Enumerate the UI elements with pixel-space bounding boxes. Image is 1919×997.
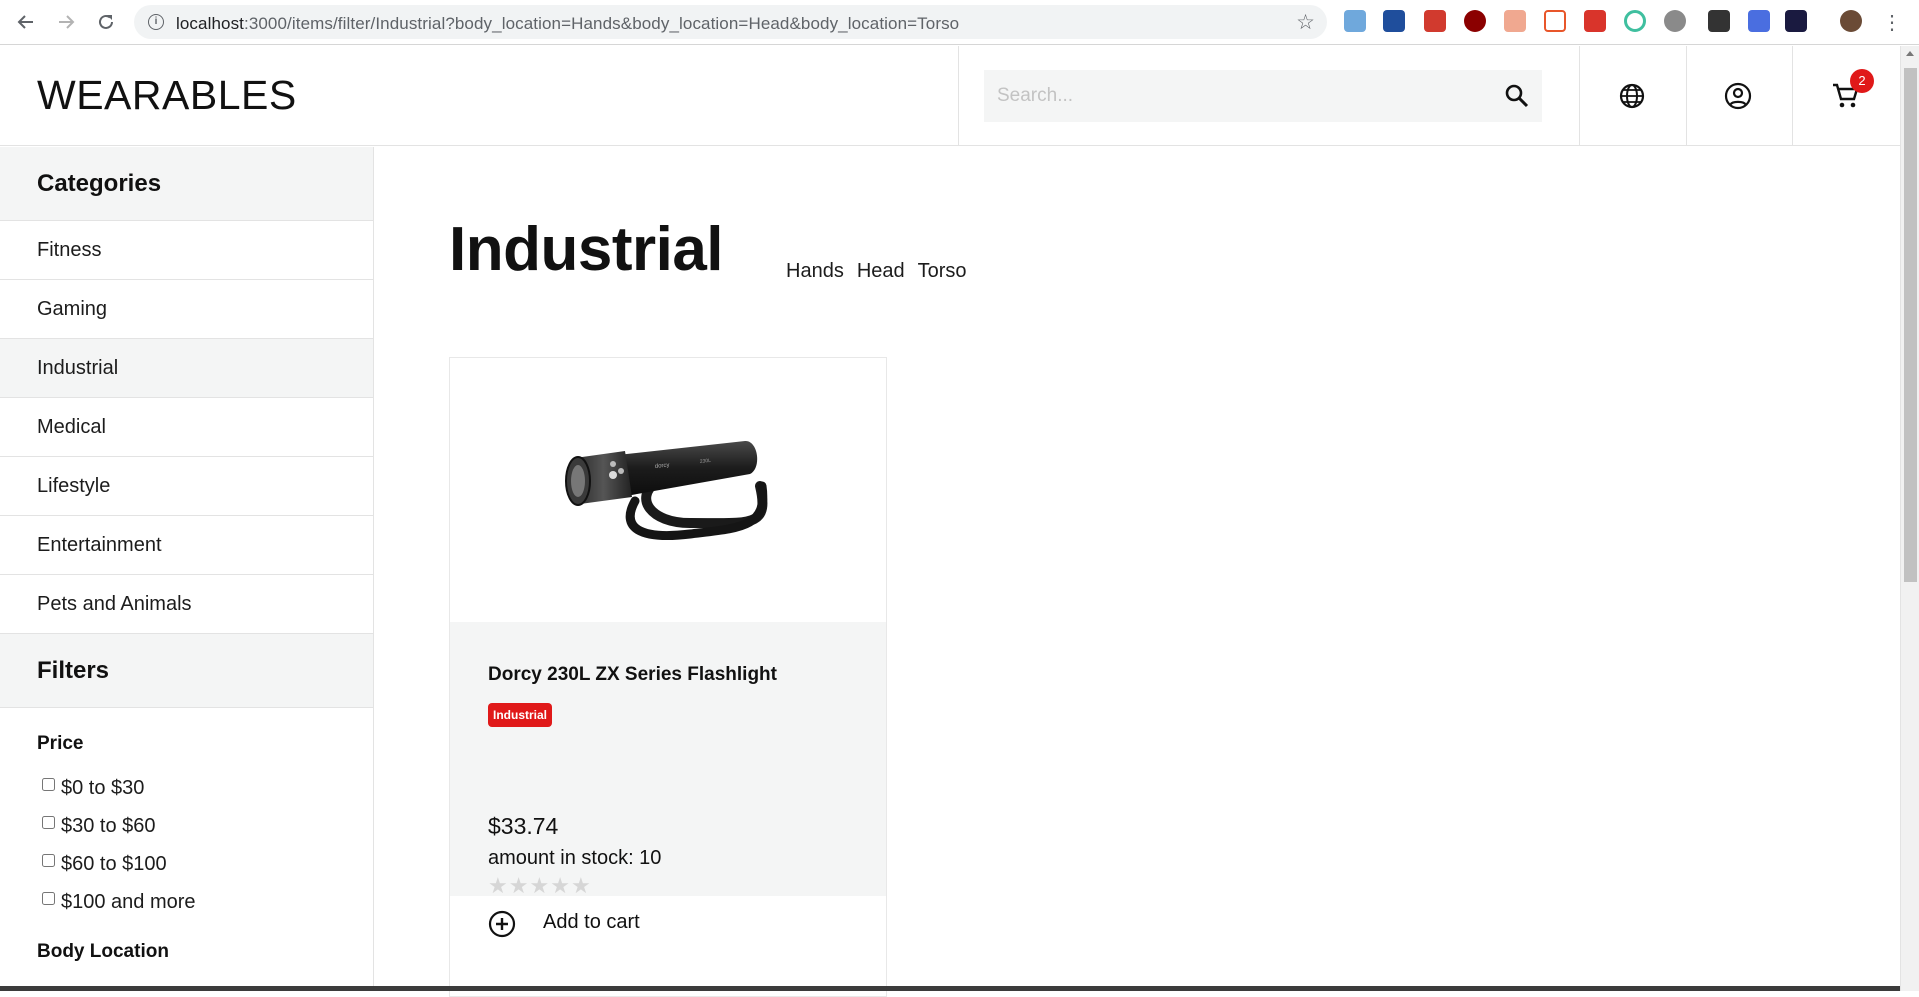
browser-menu-icon[interactable]: ⋮ bbox=[1880, 10, 1904, 34]
category-badge: Industrial bbox=[488, 703, 553, 727]
product-card: dorcy 230L Dorcy 230L ZX Series Flashlig… bbox=[449, 357, 887, 997]
info-icon[interactable]: i bbox=[148, 14, 164, 30]
extension-icon[interactable] bbox=[1383, 10, 1405, 32]
extension-icon[interactable] bbox=[1584, 10, 1606, 32]
category-fitness[interactable]: Fitness bbox=[0, 221, 373, 280]
price-checkbox[interactable] bbox=[42, 777, 55, 791]
price-filter: Price $0 to $30 $30 to $60 $60 to $100 $… bbox=[0, 733, 373, 963]
profile-avatar[interactable] bbox=[1840, 10, 1862, 32]
price-option[interactable]: $30 to $60 bbox=[37, 807, 373, 845]
eyedropper-icon[interactable] bbox=[1708, 10, 1730, 32]
price-option[interactable]: $60 to $100 bbox=[37, 845, 373, 883]
price-option-label: $60 to $100 bbox=[61, 852, 167, 875]
scroll-up-arrow[interactable] bbox=[1906, 51, 1914, 56]
extension-icon[interactable] bbox=[1424, 10, 1446, 32]
header-divider bbox=[958, 46, 959, 146]
site-header: WEARABLES 2 bbox=[0, 46, 1900, 146]
filter-tag-hands[interactable]: Hands bbox=[786, 260, 844, 283]
ublock-icon[interactable] bbox=[1464, 10, 1486, 32]
category-gaming[interactable]: Gaming bbox=[0, 280, 373, 339]
search-input[interactable] bbox=[984, 70, 1484, 122]
price-option-label: $30 to $60 bbox=[61, 814, 156, 837]
browser-toolbar: i localhost:3000/items/filter/Industrial… bbox=[0, 0, 1919, 45]
extension-icon[interactable] bbox=[1344, 10, 1366, 32]
rating-stars[interactable]: ★ ★ ★ ★ ★ bbox=[488, 875, 591, 897]
add-circle-icon bbox=[488, 910, 516, 938]
globe-icon[interactable] bbox=[1614, 78, 1650, 114]
star-icon[interactable]: ★ bbox=[509, 875, 529, 897]
category-lifestyle[interactable]: Lifestyle bbox=[0, 457, 373, 516]
site-logo[interactable]: WEARABLES bbox=[37, 72, 297, 119]
price-option[interactable]: $0 to $30 bbox=[37, 769, 373, 807]
price-checkbox[interactable] bbox=[42, 853, 55, 867]
price-option-label: $100 and more bbox=[61, 890, 196, 913]
add-to-cart-button[interactable]: Add to cart bbox=[450, 896, 886, 950]
account-icon[interactable] bbox=[1720, 78, 1756, 114]
search-bar bbox=[984, 70, 1542, 122]
extension-icon[interactable] bbox=[1504, 10, 1526, 32]
price-option[interactable]: $100 and more bbox=[37, 883, 373, 921]
sidebar: Categories Fitness Gaming Industrial Med… bbox=[0, 147, 374, 991]
category-pets-and-animals[interactable]: Pets and Animals bbox=[0, 575, 373, 634]
star-icon[interactable]: ★ bbox=[571, 875, 591, 897]
filter-tag-head[interactable]: Head bbox=[857, 260, 905, 283]
category-industrial[interactable]: Industrial bbox=[0, 339, 373, 398]
back-icon[interactable] bbox=[14, 10, 38, 34]
extension-icon[interactable] bbox=[1748, 10, 1770, 32]
extension-icon[interactable] bbox=[1624, 10, 1646, 32]
reload-icon[interactable] bbox=[94, 10, 118, 34]
header-divider bbox=[1579, 46, 1580, 146]
star-icon[interactable]: ★ bbox=[529, 875, 549, 897]
extension-icon[interactable] bbox=[1785, 10, 1807, 32]
body-location-filter-title: Body Location bbox=[37, 941, 169, 962]
star-icon[interactable]: ★ bbox=[488, 875, 508, 897]
active-filter-tags: Hands Head Torso bbox=[786, 260, 967, 283]
price-checkbox[interactable] bbox=[42, 815, 55, 829]
product-image[interactable]: dorcy 230L bbox=[450, 358, 886, 621]
header-divider bbox=[1792, 46, 1793, 146]
product-info: Dorcy 230L ZX Series Flashlight Industri… bbox=[450, 622, 886, 897]
price-checkbox[interactable] bbox=[42, 891, 55, 905]
bug-icon[interactable] bbox=[1664, 10, 1686, 32]
page-scrollbar[interactable] bbox=[1900, 46, 1919, 991]
stock-amount: amount in stock: 10 bbox=[488, 847, 662, 869]
filters-heading: Filters bbox=[0, 634, 373, 708]
header-divider bbox=[1686, 46, 1687, 146]
extension-icon[interactable] bbox=[1544, 10, 1566, 32]
add-to-cart-label: Add to cart bbox=[543, 911, 640, 933]
product-price: $33.74 bbox=[488, 813, 559, 839]
scrollbar-thumb[interactable] bbox=[1904, 68, 1917, 582]
window-bottom-edge bbox=[0, 986, 1900, 991]
bookmark-star-icon[interactable]: ☆ bbox=[1296, 10, 1315, 35]
url-text[interactable]: localhost:3000/items/filter/Industrial?b… bbox=[176, 14, 959, 34]
cart-count-badge: 2 bbox=[1850, 69, 1874, 93]
product-name[interactable]: Dorcy 230L ZX Series Flashlight bbox=[488, 664, 777, 686]
filter-tag-torso[interactable]: Torso bbox=[918, 260, 967, 283]
forward-icon[interactable] bbox=[54, 10, 78, 34]
category-medical[interactable]: Medical bbox=[0, 398, 373, 457]
page-title: Industrial bbox=[449, 215, 724, 284]
address-bar[interactable]: i localhost:3000/items/filter/Industrial… bbox=[134, 5, 1327, 39]
category-entertainment[interactable]: Entertainment bbox=[0, 516, 373, 575]
star-icon[interactable]: ★ bbox=[550, 875, 570, 897]
price-option-label: $0 to $30 bbox=[61, 776, 145, 799]
price-filter-title: Price bbox=[37, 733, 84, 754]
svg-text:230L: 230L bbox=[700, 458, 712, 465]
search-icon[interactable] bbox=[1503, 82, 1531, 110]
flashlight-image: dorcy 230L bbox=[565, 440, 768, 541]
categories-heading: Categories bbox=[0, 147, 373, 221]
